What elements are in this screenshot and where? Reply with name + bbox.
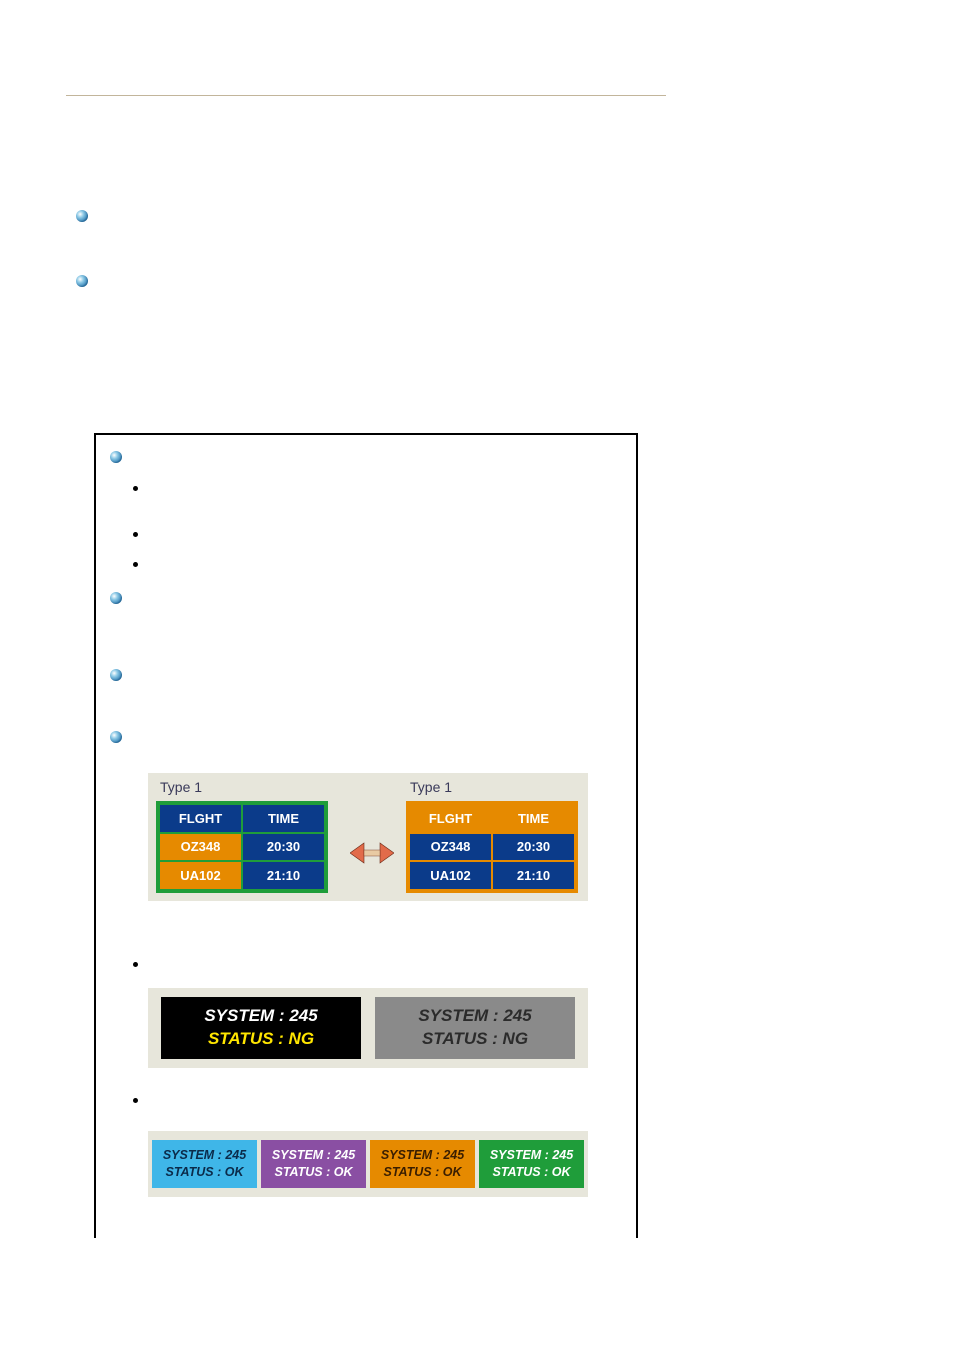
list-bullet-icon — [76, 210, 88, 222]
double-arrow-icon — [350, 841, 394, 865]
flight-table-right: FLGHT TIME OZ348 20:30 UA102 21:10 — [406, 801, 578, 893]
status-tile: SYSTEM : 245 STATUS : OK — [479, 1140, 584, 1188]
panel-line: STATUS : NG — [208, 1028, 314, 1051]
col-header: FLGHT — [160, 805, 241, 832]
status-tile: SYSTEM : 245 STATUS : OK — [152, 1140, 257, 1188]
sublist-dot-icon — [133, 486, 138, 491]
sublist-dot-icon — [133, 562, 138, 567]
flight-table-left: FLGHT TIME OZ348 20:30 UA102 21:10 — [156, 801, 328, 893]
table-title-left: Type 1 — [160, 779, 202, 795]
status-tile: SYSTEM : 245 STATUS : OK — [261, 1140, 366, 1188]
tile-line: STATUS : OK — [274, 1164, 352, 1181]
cell: OZ348 — [160, 834, 241, 861]
list-bullet-icon — [110, 451, 122, 463]
sublist-dot-icon — [133, 962, 138, 967]
tile-line: STATUS : OK — [165, 1164, 243, 1181]
horizontal-rule — [66, 95, 666, 96]
status-panel: SYSTEM : 245 STATUS : NG — [161, 997, 361, 1059]
status-panel: SYSTEM : 245 STATUS : NG — [375, 997, 575, 1059]
sublist-dot-icon — [133, 532, 138, 537]
cell: 20:30 — [243, 834, 324, 861]
status-tile: SYSTEM : 245 STATUS : OK — [370, 1140, 475, 1188]
cell: 21:10 — [493, 862, 574, 889]
tile-line: SYSTEM : 245 — [381, 1147, 464, 1164]
cell: OZ348 — [410, 834, 491, 861]
cell: 20:30 — [493, 834, 574, 861]
tile-line: SYSTEM : 245 — [272, 1147, 355, 1164]
list-bullet-icon — [110, 592, 122, 604]
table-title-right: Type 1 — [410, 779, 452, 795]
tile-line: SYSTEM : 245 — [490, 1147, 573, 1164]
list-bullet-icon — [76, 275, 88, 287]
col-header: TIME — [243, 805, 324, 832]
cell: UA102 — [160, 862, 241, 889]
tile-line: STATUS : OK — [383, 1164, 461, 1181]
list-bullet-icon — [110, 731, 122, 743]
tile-line: STATUS : OK — [492, 1164, 570, 1181]
col-header: TIME — [493, 805, 574, 832]
status-tiles-figure: SYSTEM : 245 STATUS : OK SYSTEM : 245 ST… — [148, 1131, 588, 1197]
panel-line: SYSTEM : 245 — [418, 1005, 531, 1028]
status-panels-figure: SYSTEM : 245 STATUS : NG SYSTEM : 245 ST… — [148, 988, 588, 1068]
sublist-dot-icon — [133, 1098, 138, 1103]
flight-tables-figure: Type 1 Type 1 FLGHT TIME OZ348 20:30 UA1… — [148, 773, 588, 901]
cell: UA102 — [410, 862, 491, 889]
col-header: FLGHT — [410, 805, 491, 832]
cell: 21:10 — [243, 862, 324, 889]
tile-line: SYSTEM : 245 — [163, 1147, 246, 1164]
panel-line: STATUS : NG — [422, 1028, 528, 1051]
list-bullet-icon — [110, 669, 122, 681]
panel-line: SYSTEM : 245 — [204, 1005, 317, 1028]
